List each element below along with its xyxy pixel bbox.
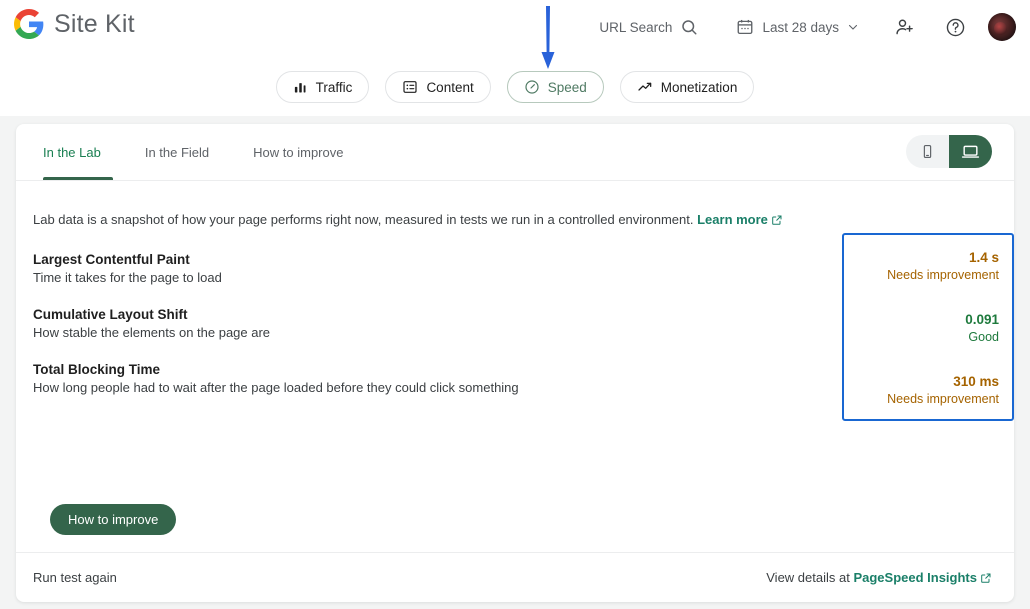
nav-tab-content-label: Content [426, 79, 474, 95]
view-details-text: View details at PageSpeed Insights [766, 570, 992, 585]
desktop-laptop-icon [961, 145, 980, 158]
subtab-how-to-improve-label: How to improve [253, 144, 344, 160]
learn-more-label: Learn more [697, 212, 768, 227]
speed-report-card: In the Lab In the Field How to improve L… [16, 124, 1014, 602]
learn-more-link[interactable]: Learn more [697, 212, 783, 227]
report-subtabs: In the Lab In the Field How to improve [16, 124, 1014, 181]
blue-down-arrow-annotation [541, 6, 555, 69]
metric-value-lcp-number: 1.4 s [968, 250, 999, 266]
metric-value-lcp: 1.4 s Needs improvement [844, 249, 999, 304]
main-nav-tabs: Traffic Content Speed Monetization [0, 71, 1030, 103]
site-kit-speed-page: Site Kit URL Search Last 28 days Traffic… [0, 0, 1030, 609]
metric-value-cls-number: 0.091 [965, 312, 999, 328]
url-search-button[interactable]: URL Search [589, 10, 708, 44]
metrics-area: Largest Contentful Paint Time it takes f… [16, 229, 1014, 422]
lab-description-text: Lab data is a snapshot of how your page … [33, 212, 694, 227]
metric-status-tbt: Needs improvement [887, 391, 999, 406]
metric-values-highlight-box: 1.4 s Needs improvement 0.091 Good 310 m… [842, 233, 1014, 422]
avatar[interactable] [988, 13, 1016, 41]
url-search-label: URL Search [599, 19, 673, 35]
metric-status-cls: Good [968, 329, 999, 344]
pagespeed-insights-link[interactable]: PageSpeed Insights [853, 570, 977, 585]
subtab-in-the-lab-label: In the Lab [43, 144, 101, 160]
add-user-button[interactable] [885, 10, 925, 44]
article-list-icon [403, 81, 418, 93]
google-g-logo [14, 9, 44, 39]
trending-up-icon [638, 82, 652, 91]
metric-value-cls: 0.091 Good [844, 311, 999, 366]
date-range-selector[interactable]: Last 28 days [726, 10, 869, 44]
nav-tab-monetization[interactable]: Monetization [619, 71, 755, 103]
speedometer-icon [525, 80, 539, 94]
external-link-icon [772, 215, 782, 225]
nav-tab-speed[interactable]: Speed [506, 71, 604, 103]
nav-tab-traffic-label: Traffic [315, 79, 353, 95]
nav-tab-monetization-label: Monetization [660, 79, 738, 95]
subtab-in-the-field[interactable]: In the Field [123, 124, 231, 180]
run-test-again-button[interactable]: Run test again [33, 570, 117, 585]
brand-logo-area[interactable]: Site Kit [14, 9, 135, 39]
device-toggle-desktop[interactable] [949, 135, 992, 168]
subtab-how-to-improve[interactable]: How to improve [231, 124, 365, 180]
mobile-phone-icon [923, 144, 932, 159]
how-to-improve-button[interactable]: How to improve [50, 504, 177, 535]
subtab-in-the-field-label: In the Field [144, 144, 210, 160]
date-range-label: Last 28 days [762, 19, 839, 35]
brand-name: Site Kit [54, 9, 135, 38]
person-add-icon [896, 19, 913, 35]
metric-value-tbt-number: 310 ms [953, 374, 999, 390]
chevron-down-icon [848, 24, 858, 30]
search-icon [682, 20, 697, 35]
nav-tab-traffic[interactable]: Traffic [275, 71, 370, 103]
nav-tab-speed-label: Speed [547, 79, 587, 95]
subtab-in-the-lab[interactable]: In the Lab [33, 124, 123, 180]
metric-status-lcp: Needs improvement [887, 267, 999, 282]
help-button[interactable] [935, 10, 976, 44]
metric-value-tbt: 310 ms Needs improvement [844, 373, 999, 428]
lab-data-description: Lab data is a snapshot of how your page … [16, 181, 1014, 229]
device-toggle-mobile[interactable] [906, 135, 949, 168]
card-footer: Run test again View details at PageSpeed… [16, 552, 1014, 602]
pagespeed-insights-label: PageSpeed Insights [853, 570, 977, 585]
external-link-icon [981, 573, 991, 583]
app-header: Site Kit URL Search Last 28 days Traffic… [0, 0, 1030, 116]
view-details-prefix: View details at [766, 570, 854, 585]
nav-tab-content[interactable]: Content [385, 71, 491, 103]
calendar-icon [738, 19, 753, 35]
help-circle-icon [946, 18, 965, 36]
device-toggle [906, 135, 992, 168]
header-actions: URL Search Last 28 days [589, 10, 1016, 44]
bar-chart-icon [294, 82, 306, 92]
